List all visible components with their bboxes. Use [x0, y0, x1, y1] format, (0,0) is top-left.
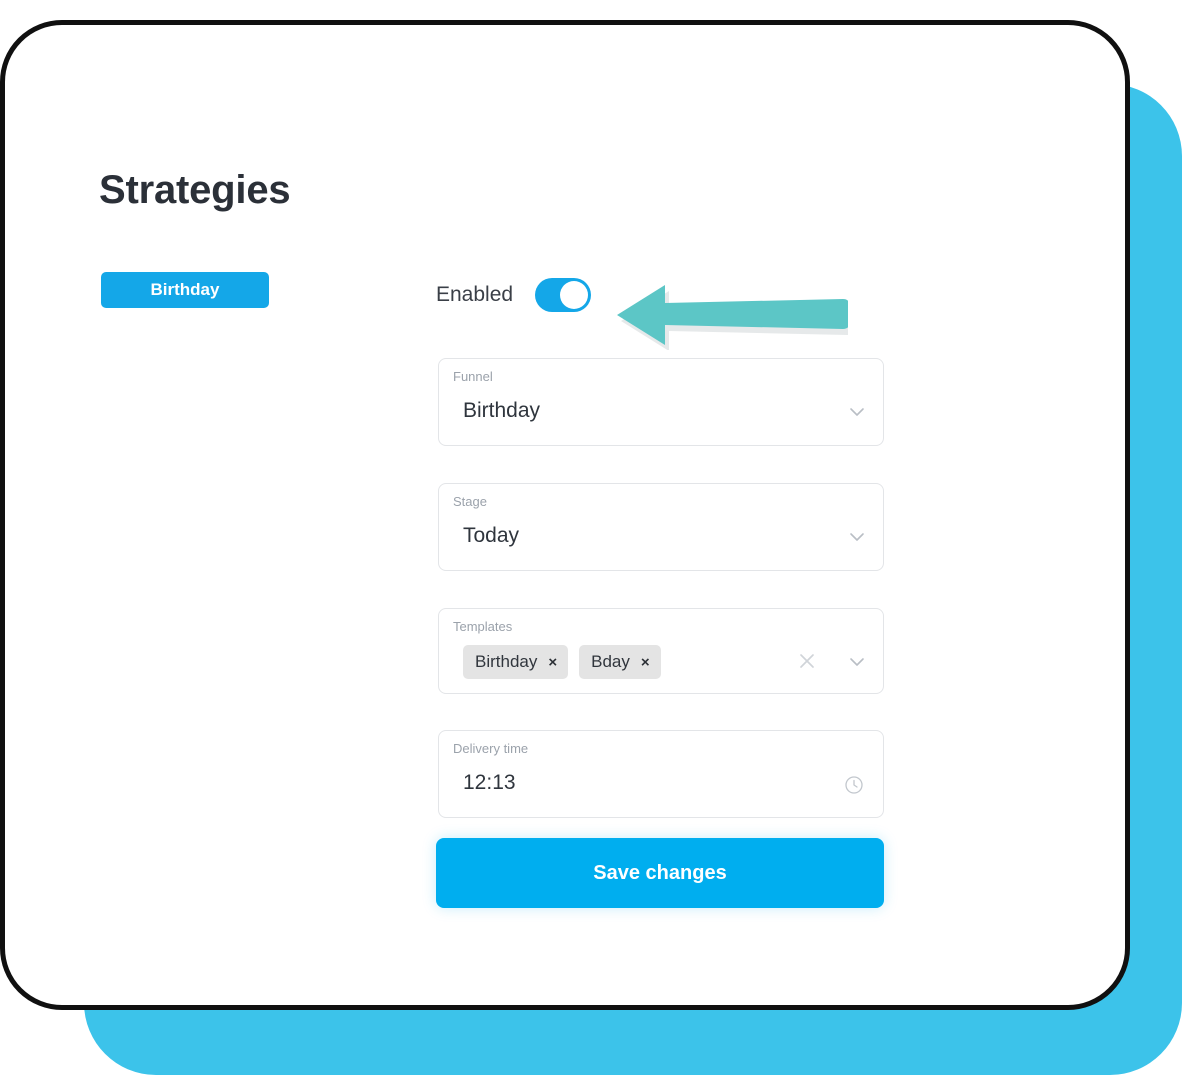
chevron-down-icon[interactable]	[847, 652, 865, 670]
chevron-down-icon[interactable]	[847, 402, 865, 420]
toggle-knob	[560, 281, 589, 309]
page-title: Strategies	[99, 168, 291, 212]
close-icon[interactable]	[797, 651, 817, 671]
screenshot-stage: Strategies Birthday Enabled Funnel Birth…	[0, 0, 1182, 1075]
stage-value: Today	[463, 524, 520, 547]
funnel-label: Funnel	[453, 369, 493, 384]
templates-chip-list: Birthday × Bday ×	[463, 645, 661, 679]
chip-remove-icon[interactable]: ×	[641, 655, 650, 670]
sidebar-item-birthday[interactable]: Birthday	[101, 272, 269, 308]
left-arrow-annotation-icon	[617, 285, 848, 350]
stage-label: Stage	[453, 494, 487, 509]
chevron-down-icon[interactable]	[847, 527, 865, 545]
clock-icon[interactable]	[843, 774, 865, 796]
chip-label: Bday	[591, 652, 630, 671]
templates-field[interactable]: Templates Birthday × Bday ×	[438, 608, 884, 694]
delivery-time-value: 12:13	[463, 771, 516, 794]
funnel-field[interactable]: Funnel Birthday	[438, 358, 884, 446]
templates-chip[interactable]: Birthday ×	[463, 645, 569, 679]
card-content: Strategies Birthday Enabled Funnel Birth…	[0, 20, 1130, 1010]
templates-label: Templates	[453, 619, 513, 634]
delivery-time-label: Delivery time	[453, 741, 529, 756]
save-button[interactable]: Save changes	[436, 838, 884, 908]
chip-remove-icon[interactable]: ×	[548, 655, 557, 670]
funnel-value: Birthday	[463, 399, 541, 422]
chip-label: Birthday	[475, 652, 538, 671]
enabled-label: Enabled	[436, 283, 514, 306]
templates-chip[interactable]: Bday ×	[579, 645, 661, 679]
delivery-time-field[interactable]: Delivery time 12:13	[438, 730, 884, 818]
enabled-toggle[interactable]	[535, 278, 592, 312]
enabled-row: Enabled	[436, 278, 592, 312]
stage-field[interactable]: Stage Today	[438, 483, 884, 571]
